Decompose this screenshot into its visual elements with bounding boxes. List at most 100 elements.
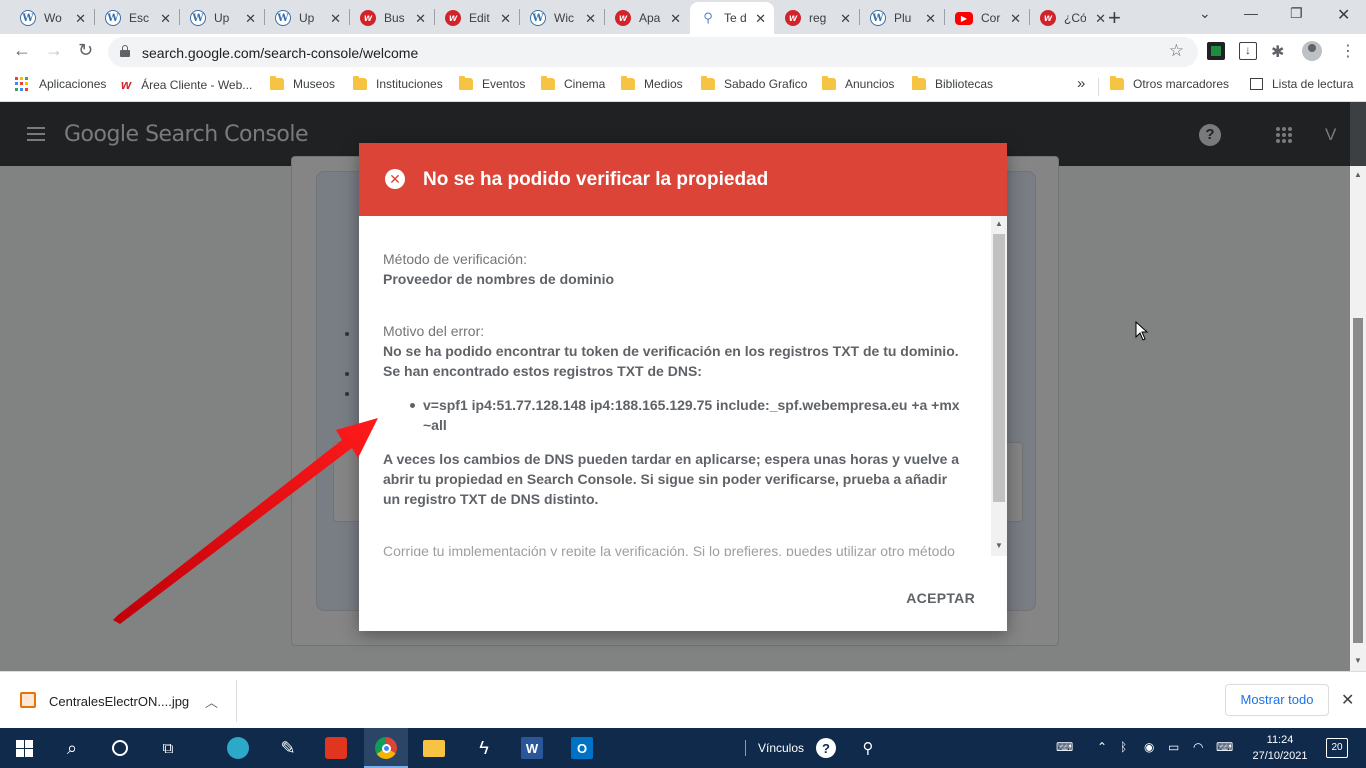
reading-list-button[interactable]: Lista de lectura: [1250, 77, 1353, 91]
chrome-icon[interactable]: [374, 736, 398, 760]
back-button[interactable]: ←: [13, 40, 31, 61]
browser-tab[interactable]: w Bus ✕: [350, 2, 434, 34]
bookmark-item[interactable]: Medios: [621, 76, 683, 91]
browser-tab[interactable]: W Up ✕: [265, 2, 349, 34]
close-window-button[interactable]: ✕: [1337, 5, 1350, 25]
keyboard-layout-icon[interactable]: ⌨: [1056, 740, 1073, 754]
reload-button[interactable]: ↻: [78, 40, 93, 61]
method-label: Método de verificación:: [383, 251, 527, 267]
browser-menu-icon[interactable]: ⋮: [1340, 41, 1356, 61]
url-text[interactable]: search.google.com/search-console/welcome: [142, 45, 418, 61]
bookmark-item[interactable]: Instituciones: [353, 76, 443, 91]
close-tab-icon[interactable]: ✕: [500, 11, 511, 27]
browser-tab[interactable]: W Up ✕: [180, 2, 264, 34]
keyboard-icon[interactable]: ⌨: [1216, 740, 1233, 754]
bookmark-item[interactable]: Bibliotecas: [912, 76, 993, 91]
sticky-app-icon[interactable]: ✎: [276, 736, 300, 760]
close-tab-icon[interactable]: ✕: [415, 11, 426, 27]
show-all-downloads-button[interactable]: Mostrar todo: [1225, 684, 1329, 716]
wifi-icon[interactable]: ◠: [1193, 740, 1203, 754]
browser-tab[interactable]: w reg ✕: [775, 2, 859, 34]
download-extension-icon[interactable]: ↓: [1239, 42, 1257, 60]
close-tab-icon[interactable]: ✕: [75, 11, 86, 27]
webempresa-icon: w: [121, 77, 132, 92]
close-tab-icon[interactable]: ✕: [585, 11, 596, 27]
close-tab-icon[interactable]: ✕: [840, 11, 851, 27]
address-bar[interactable]: search.google.com/search-console/welcome…: [108, 37, 1198, 67]
accept-button[interactable]: ACEPTAR: [906, 590, 975, 606]
tab-label: Esc: [129, 11, 150, 25]
extension-monitor-icon[interactable]: [1207, 42, 1225, 60]
browser-tab[interactable]: w Edit ✕: [435, 2, 519, 34]
chevron-up-tray-icon[interactable]: ⌃: [1097, 740, 1107, 754]
bookmark-item[interactable]: Aplicaciones: [15, 77, 106, 91]
bookmark-item[interactable]: Eventos: [459, 76, 525, 91]
close-tab-icon[interactable]: ✕: [160, 11, 171, 27]
folder-icon: [1110, 76, 1124, 90]
browser-tab[interactable]: W Wo ✕: [10, 2, 94, 34]
bookmark-item[interactable]: Museos: [270, 76, 335, 91]
bookmark-item[interactable]: w Área Cliente - Web...: [121, 77, 252, 92]
word-icon[interactable]: W: [520, 736, 544, 760]
outlook-icon[interactable]: O: [570, 736, 594, 760]
tab-search-icon[interactable]: ⌄: [1199, 5, 1211, 22]
bluetooth-icon[interactable]: ᛒ: [1120, 740, 1127, 754]
bookmarks-bar: Aplicaciones w Área Cliente - Web... Museos…: [0, 70, 1366, 102]
dialog-header: ✕ No se ha podido verificar la propiedad: [359, 143, 1007, 216]
meet-now-icon[interactable]: ◉: [1144, 740, 1154, 754]
lock-icon[interactable]: [120, 45, 130, 57]
forward-button[interactable]: →: [45, 40, 63, 61]
bookmark-other[interactable]: Otros marcadores: [1110, 76, 1229, 91]
close-tab-icon[interactable]: ✕: [1095, 11, 1106, 27]
close-tab-icon[interactable]: ✕: [755, 11, 766, 27]
browser-tab[interactable]: w ¿Có ✕: [1030, 2, 1114, 34]
notifications-badge[interactable]: 20: [1326, 738, 1348, 758]
app-lightning-icon[interactable]: ϟ: [472, 736, 496, 760]
page-scrollbar[interactable]: ▲ ▼: [1350, 166, 1366, 671]
file-explorer-icon[interactable]: [422, 736, 446, 760]
close-tab-icon[interactable]: ✕: [1010, 11, 1021, 27]
system-clock[interactable]: 11:24 27/10/2021: [1248, 732, 1312, 764]
browser-tab[interactable]: W Esc ✕: [95, 2, 179, 34]
chevron-up-icon[interactable]: ︿: [205, 692, 218, 711]
search-icon[interactable]: ⌕: [60, 736, 84, 760]
bookmark-item[interactable]: Sabado Grafico: [701, 76, 807, 91]
extensions-puzzle-icon[interactable]: ✱: [1271, 42, 1289, 61]
close-tab-icon[interactable]: ✕: [670, 11, 681, 27]
bookmark-label: Instituciones: [376, 77, 443, 91]
help-tray-icon[interactable]: ?: [814, 736, 838, 760]
cortana-icon[interactable]: [108, 736, 132, 760]
webempresa-icon: w: [360, 10, 376, 26]
close-tab-icon[interactable]: ✕: [925, 11, 936, 27]
reading-list-icon: [1250, 78, 1263, 90]
close-download-bar-icon[interactable]: ✕: [1341, 690, 1354, 710]
task-view-icon[interactable]: ⧉: [156, 736, 180, 760]
bookmark-item[interactable]: Anuncios: [822, 76, 894, 91]
start-button[interactable]: [12, 736, 36, 760]
dialog-scrollbar[interactable]: ▲ ▼: [991, 216, 1007, 556]
browser-tab[interactable]: W Wic ✕: [520, 2, 604, 34]
bookmark-item[interactable]: Cinema: [541, 76, 606, 91]
bookmark-star-icon[interactable]: ☆: [1169, 41, 1184, 61]
browser-tab[interactable]: W Plu ✕: [860, 2, 944, 34]
acrobat-icon[interactable]: [324, 736, 348, 760]
people-icon[interactable]: ⚲: [856, 736, 880, 760]
browser-tab[interactable]: w Apa ✕: [605, 2, 689, 34]
links-toolbar[interactable]: Vínculos: [758, 741, 804, 755]
profile-avatar[interactable]: [1302, 41, 1322, 61]
download-filename[interactable]: CentralesElectrON....jpg: [49, 694, 189, 709]
edge-icon[interactable]: [226, 736, 250, 760]
close-tab-icon[interactable]: ✕: [330, 11, 341, 27]
dns-propagation-note: A veces los cambios de DNS pueden tardar…: [383, 451, 960, 507]
close-tab-icon[interactable]: ✕: [245, 11, 256, 27]
bookmark-label: Cinema: [564, 77, 606, 91]
browser-tab[interactable]: ▶ Cor ✕: [945, 2, 1029, 34]
restore-button[interactable]: ❐: [1290, 5, 1303, 22]
new-tab-button[interactable]: +: [1108, 5, 1121, 31]
webempresa-icon: w: [445, 10, 461, 26]
browser-tab[interactable]: ⚲ Te d ✕: [690, 2, 774, 34]
bookmarks-overflow-button[interactable]: »: [1077, 75, 1085, 92]
minimize-button[interactable]: —: [1244, 5, 1258, 21]
battery-icon[interactable]: ▭: [1168, 740, 1179, 754]
browser-toolbar: ← → ↻ search.google.com/search-console/w…: [0, 34, 1366, 70]
